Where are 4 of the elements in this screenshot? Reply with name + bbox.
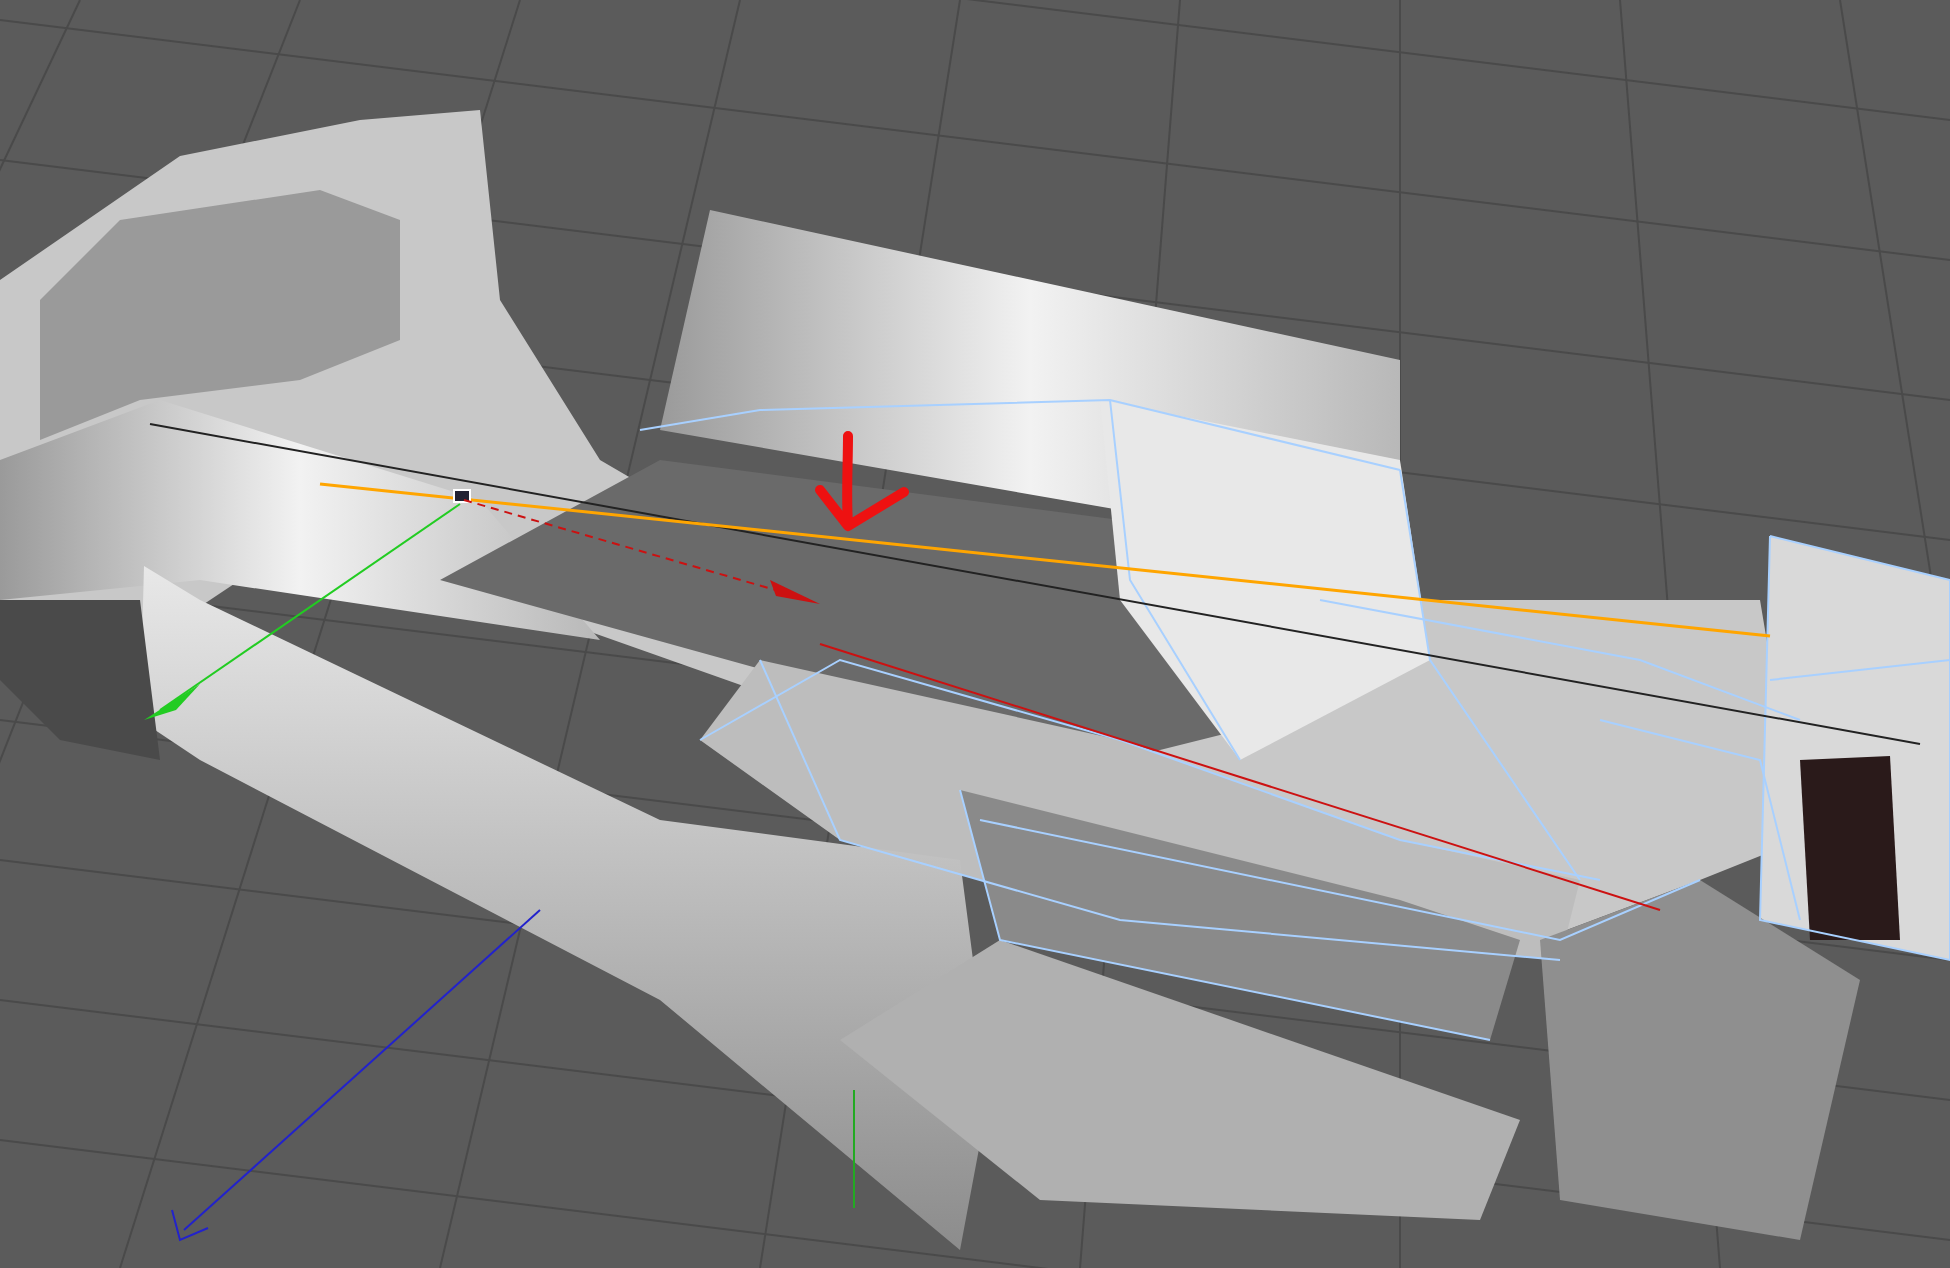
- vertex-handle[interactable]: [453, 489, 471, 503]
- y-axis-arrow[interactable]: [144, 503, 461, 720]
- x-axis-arrow[interactable]: [463, 499, 820, 604]
- axis-line[interactable]: [819, 643, 1661, 911]
